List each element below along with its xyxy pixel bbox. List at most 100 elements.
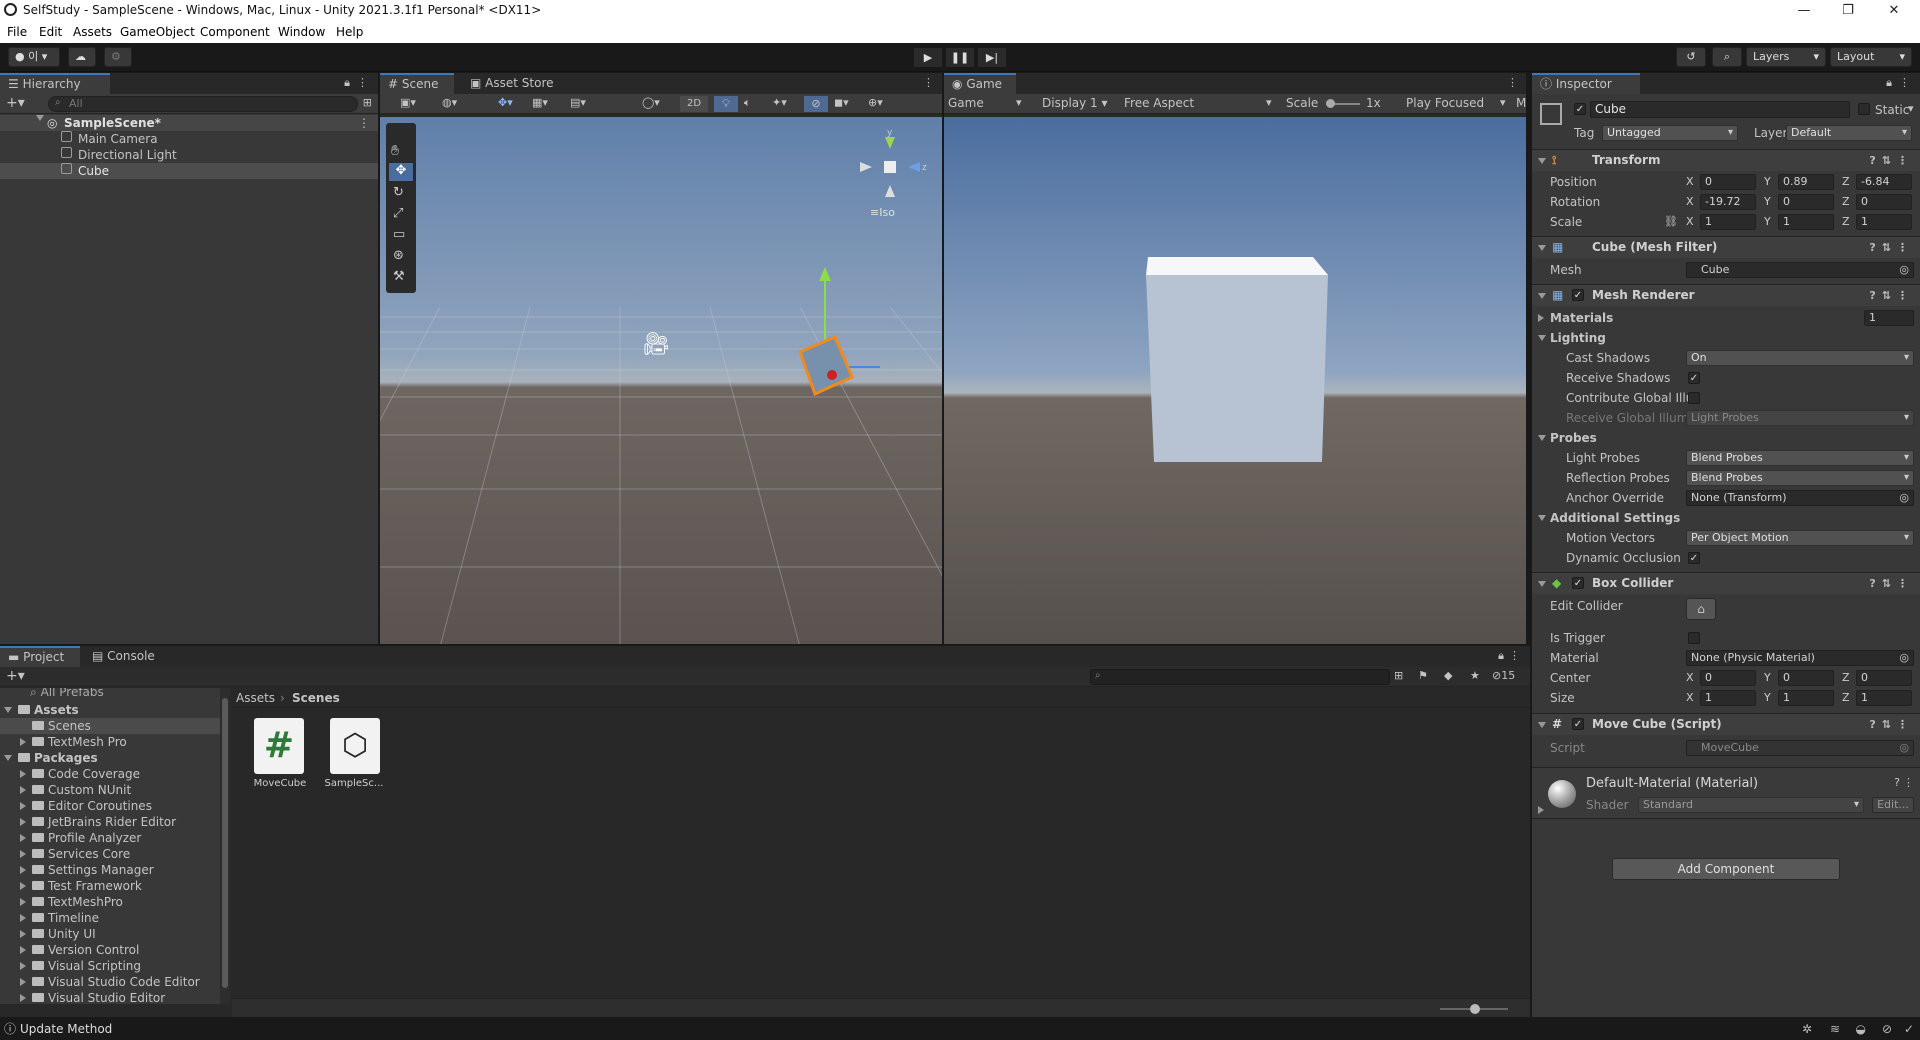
search-button[interactable]: ⌕ — [1712, 47, 1742, 67]
tree-item-assets[interactable]: Assets — [0, 702, 230, 718]
hidden-packages-button[interactable]: ⊘15 — [1492, 669, 1515, 682]
tree-item-package[interactable]: Settings Manager — [0, 862, 230, 878]
icon-size-slider-handle[interactable] — [1470, 1004, 1480, 1014]
tree-item-package[interactable]: Test Framework — [0, 878, 230, 894]
tab-hierarchy[interactable]: ☰ Hierarchy — [0, 73, 110, 94]
tree-item-all-prefabs[interactable]: ⌕ All Prefabs — [30, 688, 230, 700]
reflection-probes-dropdown[interactable]: Blend Probes — [1686, 470, 1914, 486]
minimize-button[interactable]: — — [1782, 0, 1826, 21]
toggle-2d-button[interactable]: 2D — [680, 96, 708, 112]
tree-item-scenes[interactable]: Scenes — [0, 718, 230, 734]
search-by-type-icon[interactable]: ⊞ — [1394, 669, 1403, 682]
status-message[interactable]: Update Method — [20, 1019, 112, 1040]
account-dropdown[interactable]: ● 이 ▾ — [8, 47, 60, 67]
rotation-x-field[interactable]: -19.72 — [1700, 194, 1756, 210]
camera-gizmo-icon[interactable]: 🎥︎ — [642, 332, 670, 357]
mesh-object-field[interactable]: Cube ◎ — [1686, 262, 1914, 278]
tab-asset-store[interactable]: ▣ Asset Store — [462, 73, 562, 94]
chevron-right-icon[interactable] — [20, 802, 26, 810]
hidden-objects-toggle[interactable]: ⊘ — [804, 96, 828, 112]
filter-by-label-icon[interactable]: ⚑ — [1418, 669, 1428, 682]
chevron-right-icon[interactable] — [20, 786, 26, 794]
shader-edit-button[interactable]: Edit... — [1872, 797, 1914, 813]
cube-selection[interactable] — [760, 247, 880, 397]
grid-snap-icon[interactable]: ▦▾ — [532, 96, 548, 109]
mute-audio-button[interactable]: M — [1516, 96, 1526, 110]
menu-edit[interactable]: Edit — [39, 25, 62, 39]
component-header-icons[interactable]: ?⇅⋮ — [1869, 237, 1914, 258]
tree-scrollbar-thumb[interactable] — [222, 698, 228, 988]
check-icon[interactable]: ✓ — [1904, 1019, 1914, 1040]
menu-window[interactable]: Window — [278, 25, 325, 39]
orientation-gizmo[interactable]: y z — [850, 127, 930, 207]
scale-x-field[interactable]: 1 — [1700, 214, 1756, 230]
game-mode-dropdown[interactable]: Game — [948, 96, 984, 110]
chevron-down-icon[interactable] — [4, 755, 12, 761]
add-component-button[interactable]: Add Component — [1612, 858, 1840, 880]
scale-z-field[interactable]: 1 — [1856, 214, 1912, 230]
scale-tool-icon[interactable]: ⤢ — [393, 206, 403, 221]
cache-icon[interactable]: ⊘ — [1882, 1019, 1892, 1040]
add-button[interactable]: +▾ — [6, 668, 25, 684]
tree-item-package[interactable]: TextMeshPro — [0, 894, 230, 910]
camera-settings-icon[interactable]: ◼▾ — [834, 96, 849, 109]
light-probes-dropdown[interactable]: Blend Probes — [1686, 450, 1914, 466]
lock-icon[interactable]: 🔒︎ — [344, 76, 350, 90]
scale-slider-handle[interactable] — [1326, 99, 1335, 108]
dynamic-occlusion-checkbox[interactable]: ✓ — [1688, 552, 1700, 564]
shader-dropdown[interactable]: Standard — [1638, 797, 1864, 813]
project-search-input[interactable]: ⌕ — [1090, 669, 1390, 685]
center-z-field[interactable]: 0 — [1856, 670, 1912, 686]
tree-item-package[interactable]: Editor Coroutines — [0, 798, 230, 814]
progress-icon[interactable]: ◒ — [1856, 1019, 1866, 1040]
menu-gameobject[interactable]: GameObject — [120, 25, 195, 39]
move-tool-icon[interactable]: ✥ — [389, 163, 413, 181]
tree-scrollbar[interactable] — [220, 688, 230, 1004]
size-z-field[interactable]: 1 — [1856, 690, 1912, 706]
tree-item-package[interactable]: Code Coverage — [0, 766, 230, 782]
kebab-menu-icon[interactable]: ⋮ — [923, 76, 934, 89]
chevron-right-icon[interactable] — [20, 946, 26, 954]
chevron-right-icon[interactable] — [20, 818, 26, 826]
tree-item-package[interactable]: Visual Scripting — [0, 958, 230, 974]
edit-collider-button[interactable]: ⌂ — [1686, 598, 1716, 620]
search-filter-icon[interactable]: ⊞ — [363, 96, 372, 109]
static-checkbox[interactable] — [1858, 103, 1870, 115]
layout-dropdown[interactable]: Layout ▾ — [1830, 47, 1912, 67]
tab-scene[interactable]: # Scene — [380, 73, 454, 94]
chevron-right-icon[interactable] — [20, 962, 26, 970]
component-header-icons[interactable]: ?⇅⋮ — [1869, 150, 1914, 171]
tree-item-package[interactable]: Visual Studio Code Editor — [0, 974, 230, 990]
component-header-icons[interactable]: ?⇅⋮ — [1869, 285, 1914, 306]
star-icon[interactable]: ★ — [1470, 669, 1480, 682]
chevron-right-icon[interactable] — [20, 930, 26, 938]
undo-history-button[interactable]: ↺ — [1676, 47, 1706, 67]
hierarchy-item-directional-light[interactable]: Directional Light — [0, 147, 378, 163]
object-name-input[interactable]: Cube — [1590, 101, 1850, 118]
game-viewport[interactable] — [944, 117, 1526, 644]
tag-dropdown[interactable]: Untagged — [1602, 125, 1738, 141]
rotation-y-field[interactable]: 0 — [1778, 194, 1834, 210]
chevron-right-icon[interactable] — [20, 850, 26, 858]
tree-item-package[interactable]: JetBrains Rider Editor — [0, 814, 230, 830]
play-button[interactable]: ▶ — [914, 48, 942, 67]
hierarchy-item-main-camera[interactable]: Main Camera — [0, 131, 378, 147]
object-picker-icon[interactable]: ◎ — [1899, 263, 1909, 277]
center-y-field[interactable]: 0 — [1778, 670, 1834, 686]
tree-item-package[interactable]: Version Control — [0, 942, 230, 958]
mesh-filter-header[interactable]: ▦ Cube (Mesh Filter) ?⇅⋮ — [1532, 236, 1920, 258]
scene-viewport[interactable]: ✋︎ ✥ ↻ ⤢ ▭ ⊛ ⚒ y z ≡Iso 🎥︎ — [380, 117, 942, 644]
box-collider-header[interactable]: ◆ ✓ Box Collider ?⇅⋮ — [1532, 572, 1920, 594]
mesh-renderer-header[interactable]: ▦ ✓ Mesh Renderer ?⇅⋮ — [1532, 284, 1920, 306]
chevron-right-icon[interactable] — [20, 898, 26, 906]
tab-console[interactable]: ▤ Console — [84, 646, 163, 667]
link-icon[interactable]: ⛓ — [1664, 213, 1678, 231]
maximize-button[interactable]: ❐ — [1826, 0, 1870, 21]
icon-size-slider[interactable] — [1440, 1004, 1508, 1014]
tab-inspector[interactable]: ⓘ Inspector — [1532, 73, 1640, 94]
move-cube-header[interactable]: # ✓ Move Cube (Script) ?⇅⋮ — [1532, 713, 1920, 735]
tree-item-package[interactable]: Unity UI — [0, 926, 230, 942]
lock-icon[interactable]: 🔒︎ — [1886, 76, 1892, 90]
move-cube-enabled-checkbox[interactable]: ✓ — [1572, 718, 1584, 730]
custom-tool-icon[interactable]: ⚒ — [393, 269, 405, 284]
